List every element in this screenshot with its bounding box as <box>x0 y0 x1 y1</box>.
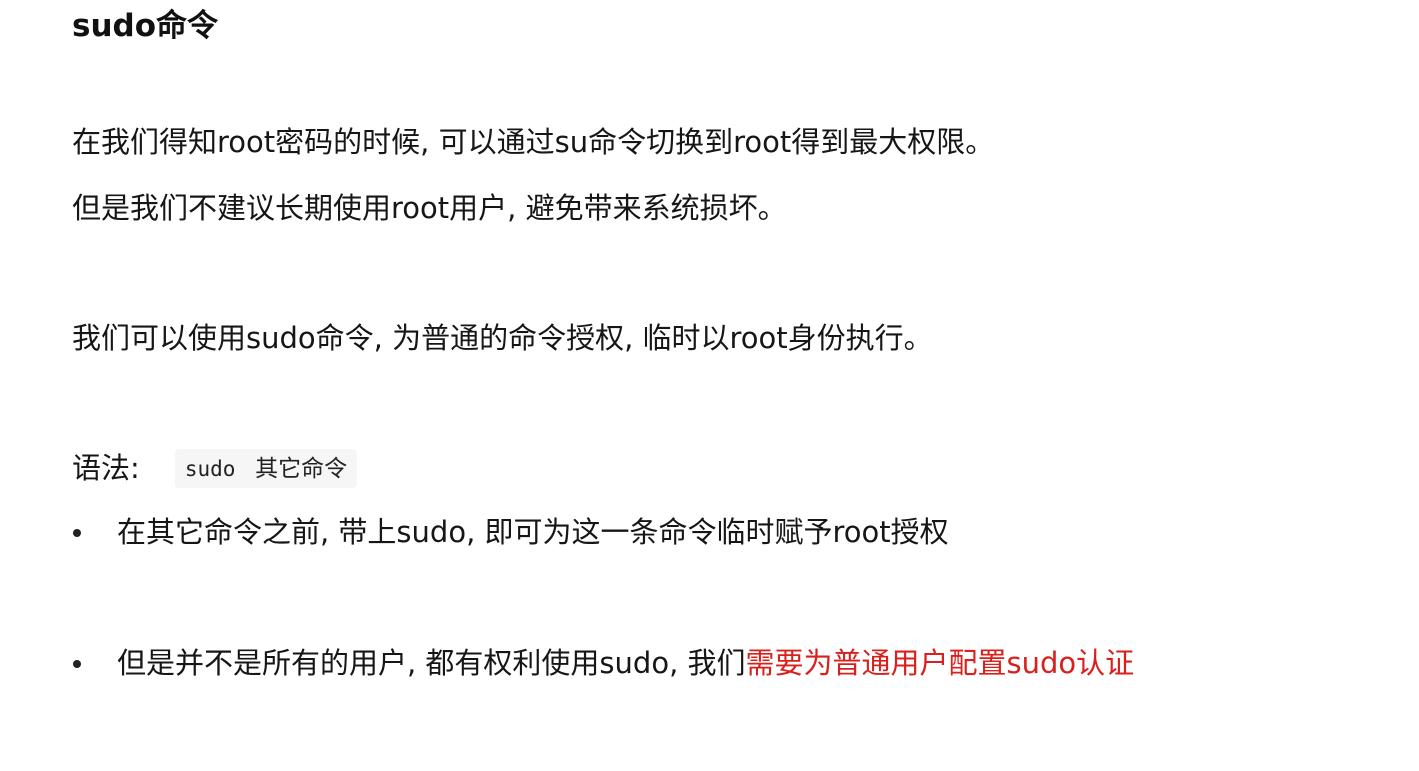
list-item-text: 在其它命令之前, 带上sudo, 即可为这一条命令临时赋予root授权 <box>117 512 949 552</box>
syntax-row: 语法: sudo 其它命令 <box>72 448 358 488</box>
list-item-main-text: 但是并不是所有的用户, 都有权利使用sudo, 我们 <box>117 646 746 680</box>
list-item-main-text: 在其它命令之前, 带上sudo, 即可为这一条命令临时赋予root授权 <box>117 515 949 549</box>
paragraph-root-warning: 但是我们不建议长期使用root用户, 避免带来系统损坏。 <box>72 191 787 225</box>
code-argument: 其它命令 <box>255 455 348 482</box>
list-item-highlight: 需要为普通用户配置sudo认证 <box>745 646 1135 680</box>
syntax-label: 语法: <box>72 451 140 485</box>
list-item-text: 但是并不是所有的用户, 都有权利使用sudo, 我们需要为普通用户配置sudo认… <box>117 643 1134 683</box>
paragraph-root-password: 在我们得知root密码的时候, 可以通过su命令切换到root得到最大权限。 <box>72 125 995 159</box>
document-page: sudo命令 在我们得知root密码的时候, 可以通过su命令切换到root得到… <box>0 0 1419 771</box>
code-command: sudo <box>184 456 236 481</box>
section-title: sudo命令 <box>72 8 219 44</box>
bullet-icon <box>73 529 81 537</box>
bullet-icon <box>73 660 81 668</box>
code-snippet: sudo 其它命令 <box>174 448 358 488</box>
paragraph-sudo-intro: 我们可以使用sudo命令, 为普通的命令授权, 临时以root身份执行。 <box>72 321 933 355</box>
